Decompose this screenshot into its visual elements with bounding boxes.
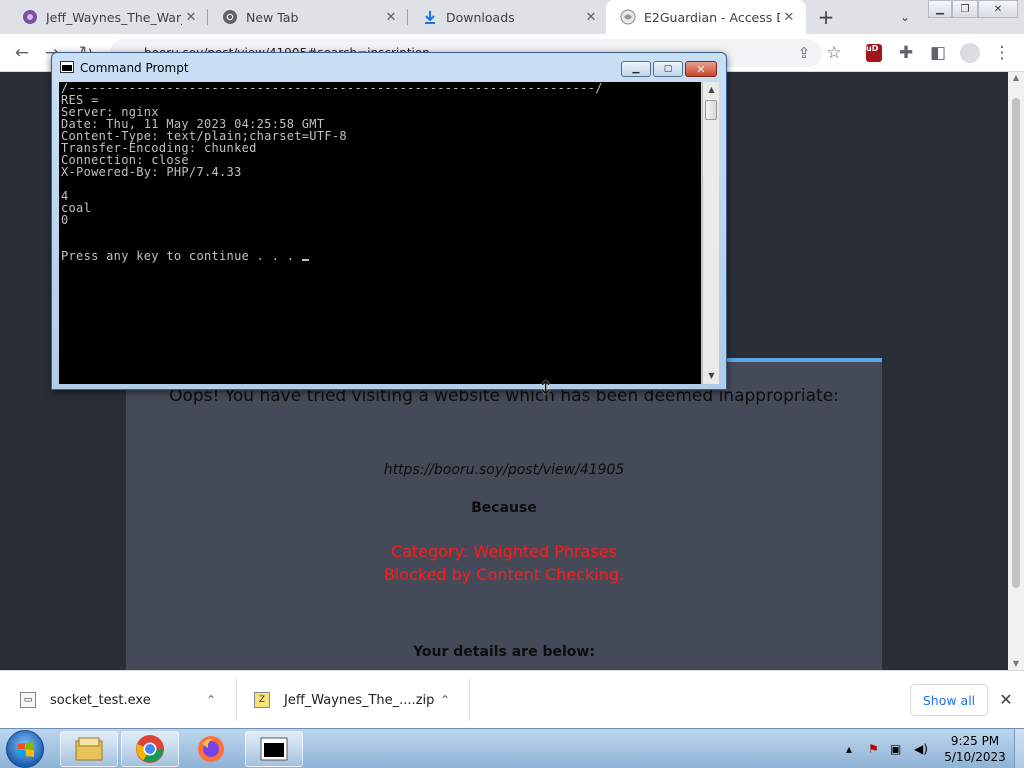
e2guardian-favicon-icon <box>620 9 636 25</box>
divider <box>236 679 237 721</box>
blocked-url: https://booru.soy/post/view/41905 <box>383 462 625 478</box>
windows-explorer-icon[interactable] <box>60 731 118 767</box>
minimize-button[interactable]: ▁ <box>928 0 952 18</box>
because-label: Because <box>471 500 537 516</box>
clock-time[interactable]: 9:25 PM <box>940 734 1010 748</box>
clock-date[interactable]: 5/10/2023 <box>940 750 1010 764</box>
profile-avatar[interactable] <box>958 41 982 65</box>
console-text: /---------------------------------------… <box>61 82 603 262</box>
scroll-up-icon[interactable]: ▲ <box>1008 72 1024 84</box>
maximize-button[interactable]: ❐ <box>952 0 978 18</box>
text-cursor <box>301 259 309 261</box>
console-line: coal <box>61 201 92 215</box>
download-icon <box>422 9 438 25</box>
chevron-down-icon[interactable]: ⌄ <box>895 7 915 27</box>
windows-logo-icon <box>18 742 34 757</box>
close-tab-icon[interactable]: ✕ <box>582 8 600 26</box>
minimize-button[interactable]: ▁ <box>621 61 651 77</box>
block-notice-card: Oops! You have tried visiting a website … <box>126 358 882 670</box>
network-icon[interactable]: ▣ <box>890 742 901 756</box>
block-reason: Category: Weighted Phrases Blocked by Co… <box>126 540 882 586</box>
chrome-icon <box>222 9 238 25</box>
action-center-flag-icon[interactable]: ⚑ <box>868 742 879 756</box>
chrome-icon[interactable] <box>121 731 179 767</box>
tray-expand-icon[interactable]: ▴ <box>846 742 852 756</box>
download-filename: socket_test.exe <box>50 692 151 708</box>
block-category: Category: Weighted Phrases <box>391 542 617 561</box>
scroll-down-icon[interactable]: ▼ <box>1008 658 1024 670</box>
close-tab-icon[interactable]: ✕ <box>382 8 400 26</box>
console-line: /---------------------------------------… <box>61 82 603 95</box>
start-button[interactable] <box>6 730 44 768</box>
window-titlebar[interactable]: Command Prompt ▁ ▢ ✕ <box>52 53 726 81</box>
tab-new-tab[interactable]: New Tab ✕ <box>208 0 408 34</box>
close-tab-icon[interactable]: ✕ <box>780 8 798 26</box>
browser-tab-strip: Jeff_Waynes_The_War_of_ ✕ New Tab ✕ Down… <box>0 0 1024 34</box>
tab-label: Jeff_Waynes_The_War_of_ <box>46 9 182 25</box>
maximize-button[interactable]: ▢ <box>653 61 683 77</box>
tab-label: New Tab <box>246 9 299 25</box>
tab-downloads[interactable]: Downloads ✕ <box>408 0 608 34</box>
volume-icon[interactable]: ◀) <box>914 742 928 756</box>
scroll-thumb[interactable] <box>705 100 717 120</box>
download-item[interactable]: Z Jeff_Waynes_The_....zip ⌃ <box>254 671 464 729</box>
kebab-menu-icon[interactable]: ⋮ <box>990 41 1014 65</box>
details-heading: Your details are below: <box>413 644 595 660</box>
window-title: Command Prompt <box>80 61 189 75</box>
system-tray: ▴ ⚑ ▣ ◀) 9:25 PM 5/10/2023 <box>840 729 1024 768</box>
download-item[interactable]: ▭ socket_test.exe ⌃ <box>20 671 230 729</box>
chevron-up-icon[interactable]: ⌃ <box>440 693 450 707</box>
scroll-down-icon[interactable]: ▼ <box>703 368 720 384</box>
ublock-icon[interactable]: uD <box>862 41 886 65</box>
command-prompt-window[interactable]: Command Prompt ▁ ▢ ✕ /------------------… <box>51 52 727 390</box>
resize-cursor-icon: ↕ <box>538 378 554 399</box>
console-icon <box>60 61 74 73</box>
war-of-worlds-favicon-icon <box>22 9 38 25</box>
console-line: X-Powered-By: PHP/7.4.33 <box>61 165 242 179</box>
download-filename: Jeff_Waynes_The_....zip <box>284 692 435 708</box>
console-line: 0 <box>61 213 69 227</box>
show-desktop-button[interactable] <box>1014 729 1024 768</box>
console-line: 4 <box>61 189 69 203</box>
back-arrow-icon[interactable]: ← <box>10 41 34 65</box>
tab-label: E2Guardian - Access Deni <box>644 9 780 25</box>
firefox-icon[interactable] <box>182 731 240 767</box>
side-panel-icon[interactable]: ◧ <box>926 41 950 65</box>
share-icon[interactable]: ⇪ <box>792 41 816 65</box>
close-shelf-icon[interactable]: ✕ <box>996 689 1016 709</box>
tab-label: Downloads <box>446 9 515 25</box>
divider <box>469 679 470 721</box>
show-all-button[interactable]: Show all <box>910 684 988 716</box>
downloads-shelf: ▭ socket_test.exe ⌃ Z Jeff_Waynes_The_..… <box>0 670 1024 728</box>
scroll-thumb[interactable] <box>1012 98 1020 588</box>
zip-file-icon: Z <box>254 692 270 708</box>
close-button[interactable]: ✕ <box>978 0 1018 18</box>
bookmark-star-icon[interactable]: ☆ <box>822 41 846 65</box>
console-scrollbar[interactable]: ▲ ▼ <box>702 82 719 384</box>
tab-e2guardian[interactable]: E2Guardian - Access Deni ✕ <box>606 0 806 34</box>
new-tab-button[interactable]: + <box>814 5 838 29</box>
scroll-up-icon[interactable]: ▲ <box>703 82 720 98</box>
close-tab-icon[interactable]: ✕ <box>182 8 200 26</box>
chevron-up-icon[interactable]: ⌃ <box>206 693 216 707</box>
console-line: Press any key to continue . . . <box>61 250 603 262</box>
tab-war-of-worlds[interactable]: Jeff_Waynes_The_War_of_ ✕ <box>8 0 208 34</box>
block-method: Blocked by Content Checking. <box>383 565 625 584</box>
windows-taskbar: ▴ ⚑ ▣ ◀) 9:25 PM 5/10/2023 <box>0 728 1024 768</box>
close-button[interactable]: ✕ <box>685 61 717 77</box>
page-scrollbar[interactable]: ▲ ▼ <box>1008 72 1024 670</box>
console-output[interactable]: /---------------------------------------… <box>59 82 701 384</box>
exe-file-icon: ▭ <box>20 692 36 708</box>
extensions-puzzle-icon[interactable]: ✚ <box>894 41 918 65</box>
command-prompt-icon[interactable] <box>245 731 303 767</box>
